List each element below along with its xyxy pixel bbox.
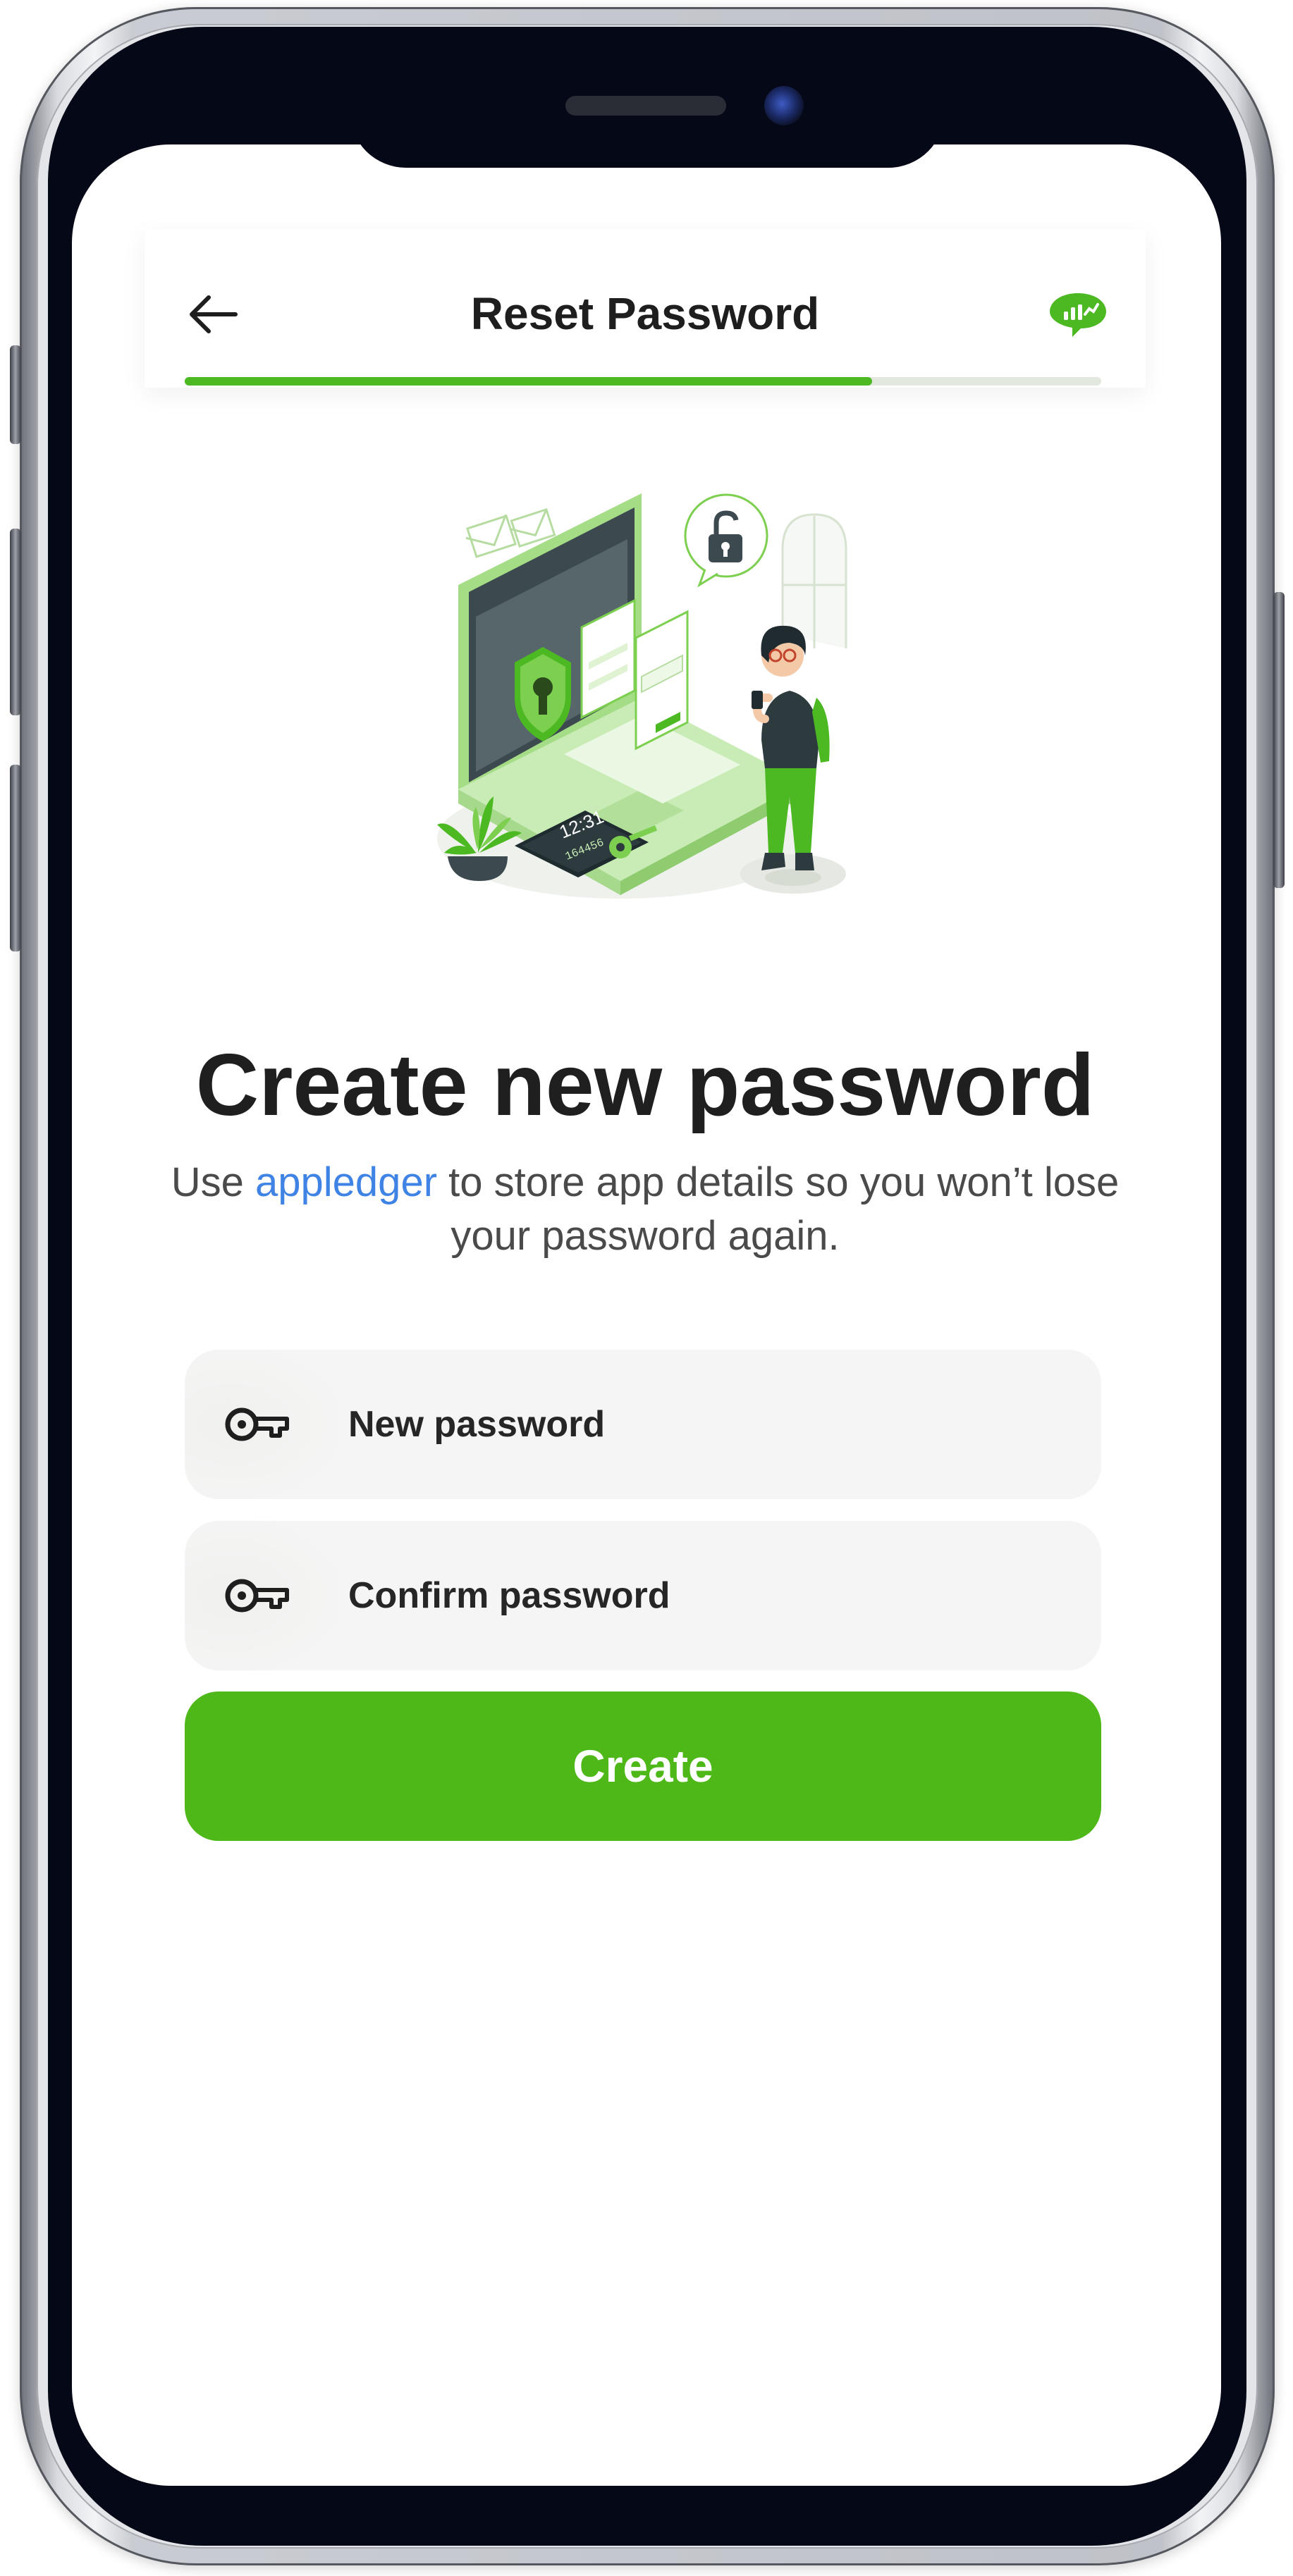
- phone-side-button: [10, 765, 21, 951]
- chat-bubble-logo-icon: [1047, 290, 1109, 340]
- back-button[interactable]: [185, 289, 241, 340]
- subtitle-text: to store app details so you won’t lose y…: [437, 1159, 1120, 1259]
- confirm-password-field[interactable]: Confirm password: [185, 1521, 1101, 1670]
- phone-side-button: [10, 529, 21, 715]
- key-icon: [225, 1407, 289, 1441]
- speaker-grille: [565, 96, 726, 116]
- arrow-left-icon: [190, 295, 238, 333]
- phone-side-button: [10, 345, 21, 444]
- confirm-password-placeholder: Confirm password: [348, 1575, 670, 1616]
- new-password-placeholder: New password: [348, 1404, 606, 1445]
- security-illustration: 12:31 164456: [409, 486, 895, 923]
- appledger-link[interactable]: appledger: [255, 1159, 437, 1205]
- progress-bar: [185, 377, 872, 386]
- page-heading: Create new password: [195, 1037, 1095, 1134]
- new-password-field[interactable]: New password: [185, 1350, 1101, 1499]
- page-subtitle: Use appledger to store app details so yo…: [169, 1156, 1121, 1263]
- subtitle-text: Use: [171, 1159, 256, 1205]
- create-button[interactable]: Create: [185, 1691, 1101, 1841]
- key-icon: [225, 1579, 289, 1613]
- page-title: Reset Password: [470, 288, 820, 339]
- phone-side-button: [1273, 592, 1285, 888]
- front-camera: [764, 86, 804, 125]
